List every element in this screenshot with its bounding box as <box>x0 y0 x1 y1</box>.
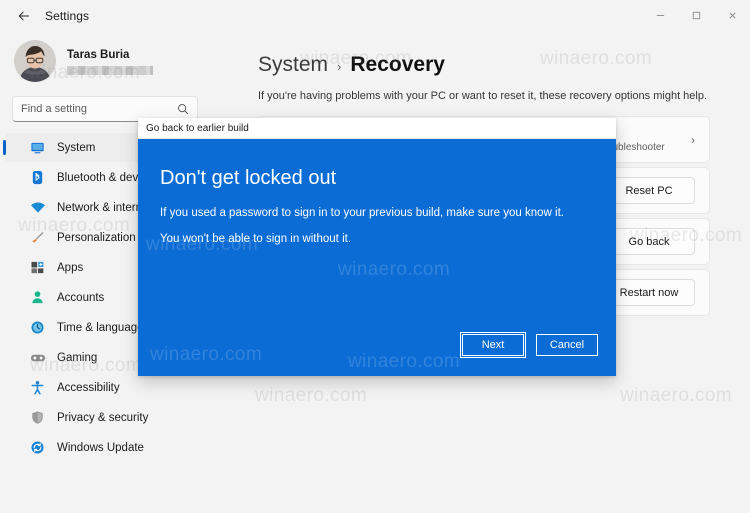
avatar <box>14 40 56 82</box>
update-icon <box>29 439 46 456</box>
bluetooth-icon <box>29 169 46 186</box>
close-button[interactable] <box>714 0 750 31</box>
breadcrumb-parent[interactable]: System <box>258 53 328 77</box>
profile-name: Taras Buria <box>67 48 130 61</box>
person-icon <box>29 289 46 306</box>
apps-icon <box>29 259 46 276</box>
paintbrush-icon <box>29 229 46 246</box>
sidebar-item-label: System <box>57 141 96 154</box>
dialog-titlebar: Go back to earlier build <box>138 118 616 139</box>
profile-text: Taras Buria <box>67 48 153 75</box>
search-input[interactable] <box>21 103 177 115</box>
dialog-paragraph-2: You won't be able to sign in without it. <box>160 233 352 245</box>
chevron-right-icon[interactable]: › <box>691 133 695 147</box>
minimize-button[interactable] <box>642 0 678 31</box>
sidebar-item-label: Apps <box>57 261 84 274</box>
sidebar-item-label: Personalization <box>57 231 136 244</box>
sidebar-item-privacy-security[interactable]: Privacy & security <box>5 403 205 432</box>
maximize-button[interactable] <box>678 0 714 31</box>
dialog-title: Go back to earlier build <box>146 122 249 134</box>
accessibility-icon <box>29 379 46 396</box>
dialog-heading: Don't get locked out <box>160 167 337 189</box>
monitor-icon <box>29 139 46 156</box>
sidebar-item-label: Time & language <box>57 321 144 334</box>
chevron-right-icon: › <box>337 59 342 74</box>
breadcrumb: System › Recovery <box>258 53 750 77</box>
next-button[interactable]: Next <box>460 332 526 358</box>
cancel-button[interactable]: Cancel <box>536 334 598 356</box>
settings-window: Settings Taras Buria Find a setting Syst… <box>0 0 750 513</box>
restart-now-button[interactable]: Restart now <box>603 279 695 306</box>
sidebar-item-label: Gaming <box>57 351 98 364</box>
clock-icon <box>29 319 46 336</box>
go-back-button[interactable]: Go back <box>603 228 695 255</box>
search-icon <box>177 103 189 115</box>
user-profile[interactable]: Taras Buria <box>14 40 210 82</box>
window-title: Settings <box>45 8 90 23</box>
window-titlebar: Settings <box>0 0 750 31</box>
watermark: winaero.com <box>338 259 451 280</box>
wifi-icon <box>29 199 46 216</box>
sidebar-item-label: Windows Update <box>57 441 144 454</box>
reset-pc-button[interactable]: Reset PC <box>603 177 695 204</box>
sidebar-item-label: Privacy & security <box>57 411 149 424</box>
page-title: Recovery <box>350 53 445 76</box>
sidebar-item-label: Accessibility <box>57 381 120 394</box>
back-button[interactable] <box>9 5 39 27</box>
dialog-buttons: Next Cancel <box>460 332 598 358</box>
sidebar-item-accessibility[interactable]: Accessibility <box>5 373 205 402</box>
dialog-body: Don't get locked out If you used a passw… <box>138 139 616 376</box>
go-back-dialog: Go back to earlier build Don't get locke… <box>138 118 616 376</box>
page-subtitle: If you're having problems with your PC o… <box>258 90 708 102</box>
gamepad-icon <box>29 349 46 366</box>
watermark: winaero.com <box>150 344 263 365</box>
sidebar-item-windows-update[interactable]: Windows Update <box>5 433 205 462</box>
sidebar-item-label: Accounts <box>57 291 105 304</box>
watermark: winaero.com <box>348 351 461 372</box>
dialog-paragraph-1: If you used a password to sign in to you… <box>160 207 564 219</box>
profile-email-redacted <box>67 65 153 75</box>
shield-icon <box>29 409 46 426</box>
